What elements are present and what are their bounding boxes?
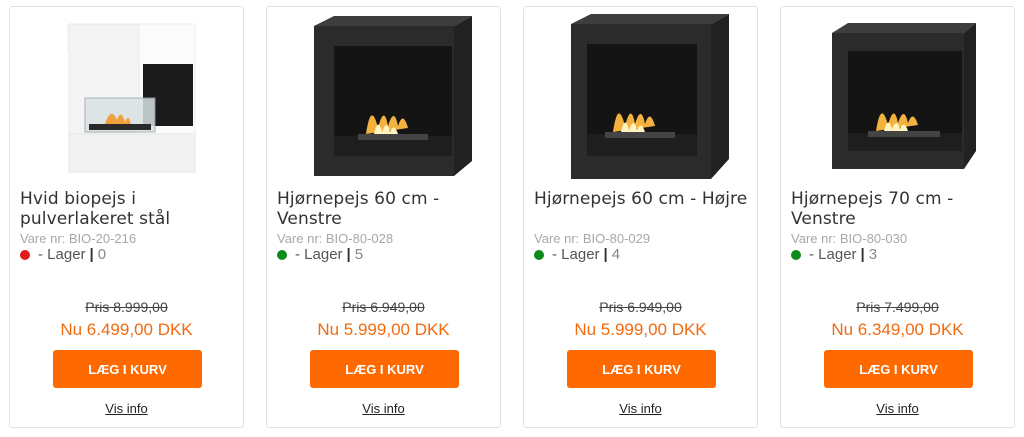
stock-separator: |: [346, 246, 351, 263]
sale-price: Nu 5.999,00 DKK: [317, 320, 450, 339]
stock-count: 5: [354, 246, 364, 263]
product-sku: Vare nr: BIO-80-028: [277, 231, 394, 246]
stock-in-indicator-icon: [534, 249, 544, 260]
add-to-cart-button[interactable]: LÆG I KURV: [53, 350, 202, 388]
product-title[interactable]: Hjørnepejs 70 cm - Venstre: [791, 189, 1006, 229]
stock-label: - Lager: [295, 246, 343, 263]
product-card: Hjørnepejs 70 cm - Venstre Vare nr: BIO-…: [780, 6, 1015, 428]
stock-out-indicator-icon: [20, 249, 30, 260]
product-card: Hvid biopejs i pulverlakeret stål Vare n…: [9, 6, 244, 428]
add-to-cart-button[interactable]: LÆG I KURV: [310, 350, 459, 388]
product-image[interactable]: [10, 7, 243, 185]
old-price: Pris 7.499,00: [856, 299, 939, 315]
old-price: Pris 6.949,00: [599, 299, 682, 315]
stock-separator: |: [603, 246, 608, 263]
product-sku: Vare nr: BIO-80-030: [791, 231, 908, 246]
add-to-cart-button[interactable]: LÆG I KURV: [824, 350, 973, 388]
product-image[interactable]: [524, 7, 757, 185]
white-fireplace-image: [66, 18, 199, 173]
view-info-link[interactable]: Vis info: [267, 401, 500, 416]
sale-price: Nu 6.499,00 DKK: [60, 320, 193, 339]
product-title[interactable]: Hjørnepejs 60 cm - Venstre: [277, 189, 492, 229]
view-info-link[interactable]: Vis info: [524, 401, 757, 416]
stock-separator: |: [860, 246, 865, 263]
product-image[interactable]: [781, 7, 1014, 185]
product-card: Hjørnepejs 60 cm - Højre Vare nr: BIO-80…: [523, 6, 758, 428]
stock-label: - Lager: [809, 246, 857, 263]
product-sku: Vare nr: BIO-20-216: [20, 231, 137, 246]
stock-in-indicator-icon: [791, 249, 801, 260]
stock-label: - Lager: [552, 246, 600, 263]
old-price: Pris 6.949,00: [342, 299, 425, 315]
product-sku: Vare nr: BIO-80-029: [534, 231, 651, 246]
stock-status: - Lager | 0: [20, 246, 106, 263]
stock-label: - Lager: [38, 246, 86, 263]
product-title[interactable]: Hvid biopejs i pulverlakeret stål: [20, 189, 235, 229]
corner-fireplace-image: [313, 16, 472, 176]
sale-price: Nu 6.349,00 DKK: [831, 320, 964, 339]
product-grid: Hvid biopejs i pulverlakeret stål Vare n…: [0, 0, 1024, 437]
stock-count: 0: [97, 246, 107, 263]
stock-status: - Lager | 3: [791, 246, 877, 263]
sale-price: Nu 5.999,00 DKK: [574, 320, 707, 339]
stock-separator: |: [89, 246, 94, 263]
view-info-link[interactable]: Vis info: [781, 401, 1014, 416]
old-price: Pris 8.999,00: [85, 299, 168, 315]
product-title[interactable]: Hjørnepejs 60 cm - Højre: [534, 189, 749, 209]
view-info-link[interactable]: Vis info: [10, 401, 243, 416]
product-card: Hjørnepejs 60 cm - Venstre Vare nr: BIO-…: [266, 6, 501, 428]
corner-fireplace-image: [570, 13, 729, 179]
stock-status: - Lager | 5: [277, 246, 363, 263]
add-to-cart-button[interactable]: LÆG I KURV: [567, 350, 716, 388]
stock-count: 3: [868, 246, 878, 263]
stock-count: 4: [611, 246, 621, 263]
stock-in-indicator-icon: [277, 249, 287, 260]
stock-status: - Lager | 4: [534, 246, 620, 263]
product-image[interactable]: [267, 7, 500, 185]
corner-fireplace-image: [831, 23, 976, 169]
